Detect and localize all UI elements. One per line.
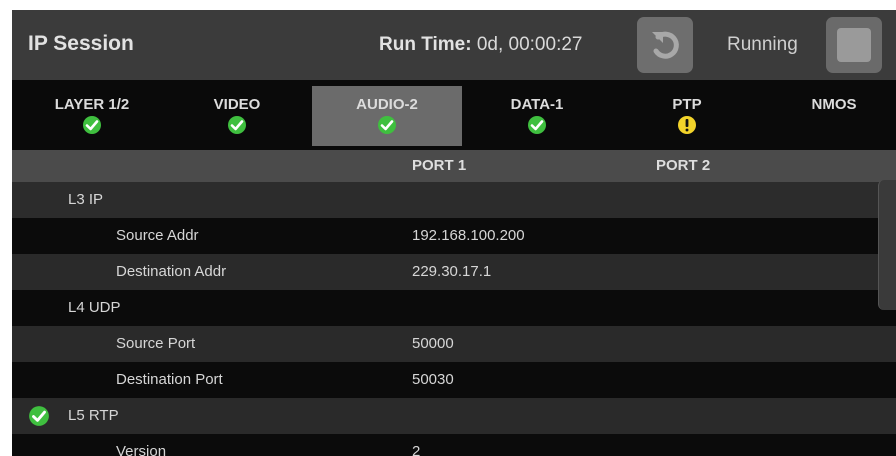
reset-run-time-button[interactable] [637,17,693,73]
table-row: Version 2 [12,434,896,456]
tab-ptp[interactable]: PTP [617,86,757,146]
page-title: IP Session [28,32,134,55]
top-edge [723,0,896,3]
tab-bar: LAYER 1/2 VIDEO AUDIO-2 DATA-1 PTP NMOS [12,80,896,150]
field-label: Source Addr [116,227,199,244]
table-row: Destination Port 50030 [12,362,896,398]
ip-session-panel: IP Session Run Time: 0d, 00:00:27 Runnin… [12,10,896,456]
column-header-port-2: PORT 2 [656,157,711,174]
table-row: Source Addr 192.168.100.200 [12,218,896,254]
tab-label: VIDEO [213,96,261,113]
table-header: PORT 1 PORT 2 [12,150,896,182]
tab-nmos[interactable]: NMOS [772,86,896,146]
field-label: Destination Port [116,371,223,388]
run-time-value: 0d, 00:00:27 [476,34,583,55]
field-value: 50030 [412,371,454,388]
tab-data-1[interactable]: DATA-1 [467,86,607,146]
section-row-l4-udp[interactable]: L4 UDP [12,290,896,326]
tab-label: DATA-1 [510,96,564,113]
section-label: L3 IP [68,191,104,208]
check-circle-icon [29,406,49,426]
field-label: Destination Addr [116,263,227,280]
table-row: Source Port 50000 [12,326,896,362]
check-circle-icon [83,116,101,134]
section-label: L5 RTP [68,407,119,424]
check-circle-icon [228,116,246,134]
run-time-readout: Run Time: 0d, 00:00:27 [379,34,582,56]
section-row-l3-ip[interactable]: L3 IP [12,182,896,218]
field-value: 50000 [412,335,454,352]
check-circle-icon [378,116,396,134]
section-row-l5-rtp[interactable]: L5 RTP [12,398,896,434]
stop-square-icon [837,28,871,62]
header-bar: IP Session Run Time: 0d, 00:00:27 Runnin… [12,10,896,80]
tab-label: PTP [672,96,702,113]
column-header-port-1: PORT 1 [412,157,467,174]
tab-layer-1-2[interactable]: LAYER 1/2 [22,86,162,146]
section-label: L4 UDP [68,299,121,316]
tab-label: AUDIO-2 [356,96,418,113]
field-value: 192.168.100.200 [412,227,525,244]
field-value: 2 [412,443,421,456]
field-label: Source Port [116,335,196,352]
scrollbar[interactable] [878,180,896,310]
tab-video[interactable]: VIDEO [167,86,307,146]
exclamation-circle-icon [678,116,696,134]
tab-label: NMOS [811,96,857,113]
table-row: Destination Addr 229.30.17.1 [12,254,896,290]
field-value: 229.30.17.1 [412,263,492,280]
field-label: Version [116,443,167,456]
run-stop-button[interactable] [826,17,882,73]
running-status-label: Running [727,34,798,55]
tab-audio-2[interactable]: AUDIO-2 [312,86,462,146]
reset-icon [652,31,679,59]
tab-label: LAYER 1/2 [54,96,130,113]
run-time-label: Run Time: [379,34,472,55]
check-circle-icon [528,116,546,134]
